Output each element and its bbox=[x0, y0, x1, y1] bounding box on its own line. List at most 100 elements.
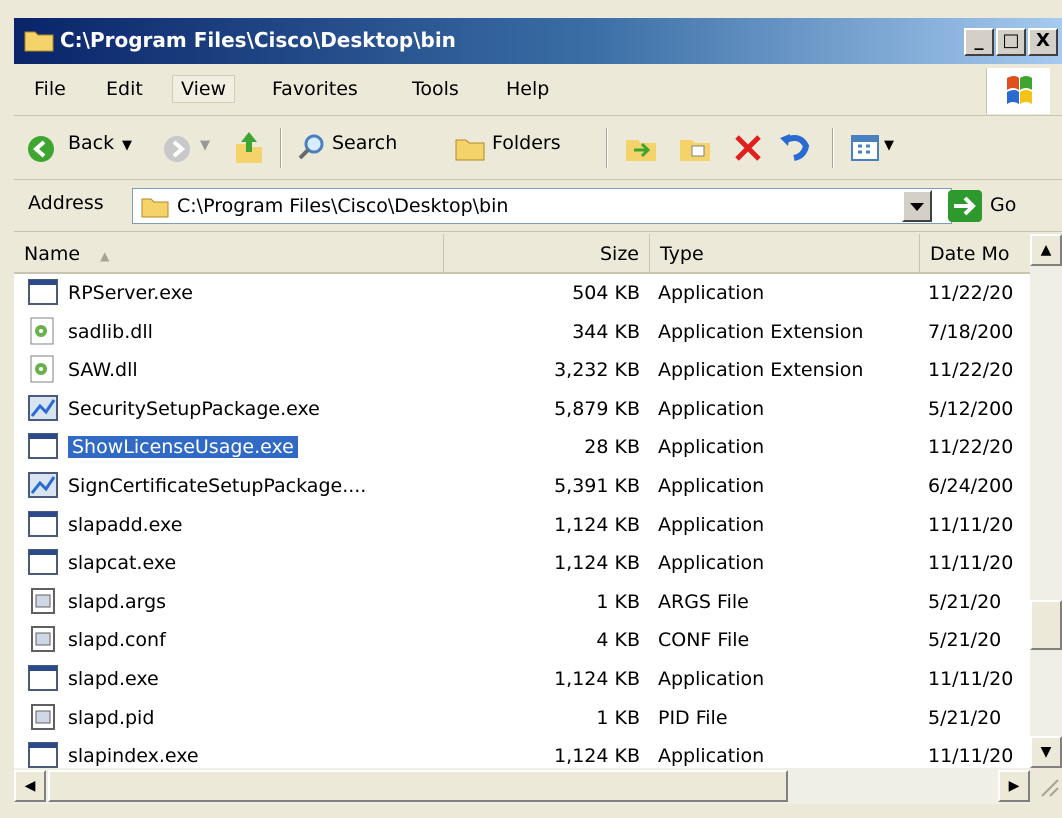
minimize-button[interactable]: _ bbox=[964, 28, 994, 56]
table-row[interactable]: slapindex.exe 1,124 KB Application 11/11/20 bbox=[14, 737, 1030, 768]
file-type: Application Extension bbox=[658, 359, 864, 382]
table-row[interactable]: slapd.pid 1 KB PID File 5/21/20 bbox=[14, 699, 1030, 737]
file-type: ARGS File bbox=[658, 590, 749, 613]
setup-icon bbox=[28, 394, 58, 422]
folders-icon bbox=[455, 139, 485, 161]
column-header-size[interactable]: Size bbox=[444, 234, 650, 274]
column-header-type[interactable]: Type bbox=[650, 234, 920, 274]
table-row[interactable]: RPServer.exe 504 KB Application 11/22/20 bbox=[14, 274, 1030, 312]
scroll-up-button[interactable]: ▲ bbox=[1030, 234, 1062, 266]
go-arrow-icon[interactable] bbox=[948, 190, 982, 222]
toolbar-separator bbox=[606, 128, 608, 168]
file-date: 5/21/20 bbox=[928, 629, 1002, 652]
folders-button[interactable]: Folders bbox=[492, 132, 561, 154]
menu-edit[interactable]: Edit bbox=[106, 78, 143, 100]
forward-dropdown-icon[interactable]: ▼ bbox=[200, 138, 210, 153]
table-row[interactable]: SecuritySetupPackage.exe 5,879 KB Applicat… bbox=[14, 390, 1030, 428]
horizontal-scroll-thumb[interactable] bbox=[48, 770, 788, 802]
file-type: Application bbox=[658, 552, 765, 575]
maximize-button[interactable]: □ bbox=[996, 28, 1026, 56]
back-dropdown-icon[interactable]: ▼ bbox=[122, 138, 132, 153]
folder-icon bbox=[24, 31, 54, 52]
column-header: Name ▲ Size Type Date Mo bbox=[14, 234, 1030, 274]
table-row[interactable]: slapd.conf 4 KB CONF File 5/21/20 bbox=[14, 621, 1030, 659]
delete-icon[interactable] bbox=[732, 132, 764, 164]
table-row[interactable]: slapd.exe 1,124 KB Application 11/11/20 bbox=[14, 660, 1030, 698]
views-icon[interactable] bbox=[850, 134, 880, 162]
menu-tools[interactable]: Tools bbox=[412, 78, 459, 100]
go-button[interactable]: Go bbox=[990, 194, 1016, 216]
resize-grip-icon[interactable] bbox=[1030, 768, 1062, 804]
up-folder-icon[interactable] bbox=[232, 130, 266, 166]
file-size: 4 KB bbox=[596, 629, 640, 652]
back-button[interactable]: Back bbox=[68, 132, 114, 154]
file-size: 28 KB bbox=[584, 436, 640, 459]
table-row[interactable]: SAW.dll 3,232 KB Application Extension 11/2… bbox=[14, 351, 1030, 389]
table-row[interactable]: slapd.args 1 KB ARGS File 5/21/20 bbox=[14, 583, 1030, 621]
table-row[interactable]: slapadd.exe 1,124 KB Application 11/11/20 bbox=[14, 506, 1030, 544]
back-arrow-icon[interactable] bbox=[26, 134, 56, 164]
file-size: 504 KB bbox=[572, 282, 640, 304]
file-date: 11/22/20 bbox=[928, 436, 1014, 459]
close-button[interactable]: X bbox=[1028, 28, 1058, 56]
file-date: 11/11/20 bbox=[928, 513, 1014, 536]
file-name: slapadd.exe bbox=[68, 513, 183, 536]
file-date: 11/22/20 bbox=[928, 359, 1014, 382]
file-name: sadlib.dll bbox=[68, 320, 153, 343]
column-header-date[interactable]: Date Mo bbox=[920, 234, 1030, 274]
file-list: Name ▲ Size Type Date Mo RPServer.exe 504… bbox=[14, 234, 1030, 768]
sort-ascending-icon: ▲ bbox=[100, 249, 110, 263]
address-value: C:\Program Files\Cisco\Desktop\bin bbox=[177, 195, 509, 217]
file-name: SignCertificateSetupPackage.... bbox=[68, 475, 367, 497]
file-type: Application Extension bbox=[658, 320, 864, 343]
address-dropdown-button[interactable] bbox=[902, 190, 932, 222]
file-name: slapd.conf bbox=[68, 629, 166, 652]
scroll-right-button[interactable]: ▶ bbox=[998, 770, 1030, 802]
copy-to-icon[interactable] bbox=[678, 132, 714, 164]
vertical-scroll-thumb[interactable] bbox=[1030, 600, 1062, 650]
file-type: Application bbox=[658, 513, 765, 536]
app-icon bbox=[28, 432, 58, 460]
address-bar: Address C:\Program Files\Cisco\Desktop\b… bbox=[14, 182, 1062, 232]
toolbar-separator bbox=[832, 128, 834, 168]
views-dropdown-icon[interactable]: ▼ bbox=[884, 138, 894, 153]
menu-favorites[interactable]: Favorites bbox=[272, 78, 358, 100]
file-date: 11/11/20 bbox=[928, 745, 1014, 768]
undo-icon[interactable] bbox=[778, 130, 812, 164]
app-icon bbox=[28, 510, 58, 538]
vertical-scrollbar[interactable]: ▲ ▼ bbox=[1030, 234, 1062, 768]
search-button[interactable]: Search bbox=[332, 132, 397, 154]
file-size: 5,391 KB bbox=[554, 475, 640, 497]
menu-view[interactable]: View bbox=[172, 75, 236, 103]
menu-file[interactable]: File bbox=[34, 78, 66, 100]
scroll-left-button[interactable]: ◀ bbox=[14, 770, 46, 802]
forward-arrow-icon[interactable] bbox=[162, 134, 192, 164]
horizontal-scrollbar[interactable]: ◀ ▶ bbox=[14, 768, 1030, 804]
scroll-down-button[interactable]: ▼ bbox=[1030, 736, 1062, 768]
address-input[interactable]: C:\Program Files\Cisco\Desktop\bin bbox=[132, 188, 952, 224]
file-type: Application bbox=[658, 282, 765, 304]
file-date: 7/18/200 bbox=[928, 320, 1014, 343]
file-icon bbox=[28, 587, 58, 615]
toolbar-separator bbox=[280, 128, 282, 168]
menu-bar: File Edit View Favorites Tools Help bbox=[14, 66, 1062, 116]
explorer-window: C:\Program Files\Cisco\Desktop\bin _ □ X… bbox=[0, 0, 1062, 818]
file-size: 1 KB bbox=[596, 706, 640, 729]
column-header-name[interactable]: Name ▲ bbox=[14, 234, 444, 274]
file-icon bbox=[28, 625, 58, 653]
move-to-icon[interactable] bbox=[624, 132, 660, 164]
file-size: 1,124 KB bbox=[554, 745, 640, 768]
table-row[interactable]: ShowLicenseUsage.exe 28 KB Application 11/2… bbox=[14, 428, 1030, 466]
title-bar[interactable]: C:\Program Files\Cisco\Desktop\bin _ □ X bbox=[14, 18, 1062, 64]
table-row[interactable]: sadlib.dll 344 KB Application Extension 7/1… bbox=[14, 313, 1030, 351]
menu-help[interactable]: Help bbox=[506, 78, 549, 100]
file-name: slapindex.exe bbox=[68, 745, 199, 768]
folder-icon bbox=[141, 198, 169, 218]
file-size: 1,124 KB bbox=[554, 668, 640, 690]
windows-logo-icon bbox=[986, 68, 1050, 114]
file-date: 11/11/20 bbox=[928, 552, 1014, 575]
file-name: SecuritySetupPackage.exe bbox=[68, 397, 320, 420]
table-row[interactable]: slapcat.exe 1,124 KB Application 11/11/20 bbox=[14, 544, 1030, 582]
table-row[interactable]: SignCertificateSetupPackage.... 5,391 KB A… bbox=[14, 467, 1030, 505]
file-size: 5,879 KB bbox=[554, 397, 640, 420]
